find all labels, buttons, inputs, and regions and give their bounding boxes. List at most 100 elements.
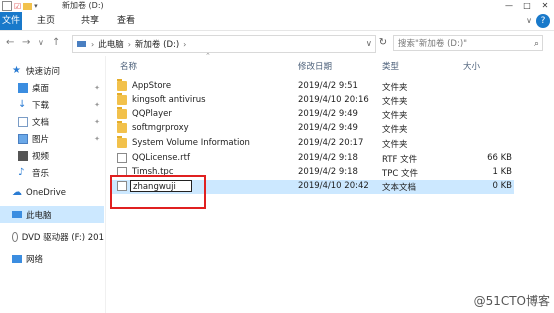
tab-file[interactable]: 文件 <box>0 12 22 30</box>
quick-access-toolbar: ☑ ▾ <box>2 0 38 12</box>
sidebar-item-label: DVD 驱动器 (F:) 201 <box>21 232 104 243</box>
tab-home[interactable]: 主页 <box>30 12 62 30</box>
scrollbar[interactable] <box>548 56 554 306</box>
window-title: 新加卷 (D:) <box>62 1 104 10</box>
sidebar-item-documents[interactable]: 文档 ✦ <box>0 113 104 130</box>
quick-access-dropdown-icon[interactable]: ▾ <box>34 2 38 10</box>
file-type: 文件夹 <box>382 83 408 93</box>
file-modified: 2019/4/10 20:42 <box>298 181 369 191</box>
breadcrumb-separator-icon: › <box>91 39 95 49</box>
file-name: kingsoft antivirus <box>132 95 206 105</box>
pin-icon[interactable]: ✦ <box>94 118 100 126</box>
table-row[interactable]: QQPlayer 2019/4/2 9:49 文件夹 <box>112 107 514 122</box>
desktop-icon <box>18 82 28 93</box>
title-bar: ☑ ▾ 新加卷 (D:) — □ ✕ <box>0 0 554 12</box>
document-icon <box>18 116 28 127</box>
sidebar-item-music[interactable]: ♪ 音乐 <box>0 164 104 181</box>
cloud-icon: ☁ <box>12 186 22 198</box>
file-type: 文本文档 <box>382 183 417 193</box>
table-row[interactable]: System Volume Information 2019/4/2 20:17… <box>112 136 514 151</box>
file-modified: 2019/4/2 9:49 <box>298 109 358 119</box>
window-controls: — □ ✕ <box>500 0 554 12</box>
column-headers: 名称 修改日期 类型 大小 <box>112 57 522 73</box>
folder-icon <box>117 136 127 148</box>
help-icon[interactable]: ? <box>536 14 550 28</box>
pin-icon[interactable]: ✦ <box>94 101 100 109</box>
sidebar-item-quick-access[interactable]: ★ 快速访问 <box>0 62 104 79</box>
folder-icon[interactable] <box>23 2 33 10</box>
up-button[interactable]: ↑ <box>52 35 60 51</box>
sidebar-item-label: 音乐 <box>32 168 50 179</box>
table-row[interactable]: kingsoft antivirus 2019/4/10 20:16 文件夹 <box>112 93 514 108</box>
sidebar-item-label: 此电脑 <box>26 210 52 221</box>
sidebar-item-label: 网络 <box>26 254 44 265</box>
file-modified: 2019/4/2 9:51 <box>298 81 358 91</box>
refresh-button[interactable]: ↻ <box>376 35 390 51</box>
sidebar-item-label: 快速访问 <box>26 66 61 77</box>
navigation-bar: ← → ∨ ↑ › 此电脑 › 新加卷 (D:) › ∨ ↻ 搜索"新加卷 (D… <box>0 31 554 55</box>
sidebar-item-label: 桌面 <box>32 83 50 94</box>
file-name: QQPlayer <box>132 109 172 119</box>
tab-view[interactable]: 查看 <box>110 12 142 30</box>
table-row[interactable]: softmgrproxy 2019/4/2 9:49 文件夹 <box>112 121 514 136</box>
ribbon-expand-icon[interactable]: ∨ <box>526 12 532 30</box>
column-header-type[interactable]: 类型 <box>382 60 399 72</box>
breadcrumb-drive-d[interactable]: 新加卷 (D:) <box>133 38 181 50</box>
tab-share[interactable]: 共享 <box>74 12 106 30</box>
file-name: AppStore <box>132 81 172 91</box>
sidebar-item-dvd-drive[interactable]: DVD 驱动器 (F:) 201 <box>0 228 104 245</box>
file-size: 1 KB <box>492 167 512 177</box>
address-dropdown-icon[interactable]: ∨ <box>363 39 375 49</box>
file-modified: 2019/4/2 20:17 <box>298 138 364 148</box>
sidebar-item-label: 视频 <box>32 151 50 162</box>
sidebar-item-this-pc[interactable]: 此电脑 <box>0 206 104 223</box>
search-placeholder: 搜索"新加卷 (D:)" <box>398 39 468 49</box>
pin-icon[interactable]: ✦ <box>94 135 100 143</box>
minimize-button[interactable]: — <box>500 0 518 12</box>
recent-locations-button[interactable]: ∨ <box>38 35 44 51</box>
watermark: @51CTO博客 <box>473 294 550 308</box>
sidebar-item-onedrive[interactable]: ☁ OneDrive <box>0 184 104 201</box>
sidebar-item-downloads[interactable]: ↓ 下载 ✦ <box>0 96 104 113</box>
sidebar-item-desktop[interactable]: 桌面 ✦ <box>0 79 104 96</box>
sidebar-item-pictures[interactable]: 图片 ✦ <box>0 130 104 147</box>
file-modified: 2019/4/2 9:18 <box>298 153 358 163</box>
folder-icon <box>117 107 127 119</box>
column-header-name[interactable]: 名称 <box>120 60 137 72</box>
search-icon[interactable]: ⌕ <box>534 36 539 52</box>
address-bar[interactable]: › 此电脑 › 新加卷 (D:) › ∨ <box>72 35 376 53</box>
download-icon: ↓ <box>18 98 27 110</box>
file-type: 文件夹 <box>382 140 408 150</box>
breadcrumb-this-pc[interactable]: 此电脑 <box>96 38 126 50</box>
pin-icon[interactable]: ✦ <box>94 84 100 92</box>
search-input[interactable]: 搜索"新加卷 (D:)" ⌕ <box>393 35 543 51</box>
maximize-button[interactable]: □ <box>518 0 536 12</box>
sidebar-item-label: 文档 <box>32 117 50 128</box>
column-header-modified[interactable]: 修改日期 <box>298 60 332 72</box>
forward-button[interactable]: → <box>22 35 30 51</box>
back-button[interactable]: ← <box>6 35 14 51</box>
sidebar-item-videos[interactable]: 视频 <box>0 147 104 164</box>
video-icon <box>18 150 28 161</box>
computer-icon <box>12 211 22 218</box>
close-button[interactable]: ✕ <box>536 0 554 12</box>
navigation-pane: ★ 快速访问 桌面 ✦ ↓ 下载 ✦ 文档 ✦ 图片 ✦ 视频 ♪ 音乐 ☁ O… <box>0 56 104 313</box>
save-icon[interactable] <box>2 1 12 11</box>
breadcrumb-separator-icon: › <box>127 39 131 49</box>
music-icon: ♪ <box>18 166 25 178</box>
ribbon-tabs: 文件 主页 共享 查看 ∨ ? <box>0 12 554 31</box>
sidebar-item-label: OneDrive <box>26 187 66 198</box>
sidebar-item-network[interactable]: 网络 <box>0 250 104 267</box>
table-row[interactable]: QQLicense.rtf 2019/4/2 9:18 RTF 文件 66 KB <box>112 152 514 166</box>
dvd-icon <box>12 231 18 242</box>
picture-icon <box>18 133 28 144</box>
column-header-size[interactable]: 大小 <box>463 60 480 72</box>
breadcrumb-separator-icon: › <box>183 39 187 49</box>
file-type: RTF 文件 <box>382 155 418 165</box>
table-row[interactable]: AppStore 2019/4/2 9:51 文件夹 <box>112 79 514 94</box>
checkmark-icon[interactable]: ☑ <box>14 2 21 11</box>
pane-divider[interactable] <box>105 56 106 313</box>
file-size: 66 KB <box>487 153 512 163</box>
file-name: softmgrproxy <box>132 123 189 133</box>
file-modified: 2019/4/2 9:49 <box>298 123 358 133</box>
